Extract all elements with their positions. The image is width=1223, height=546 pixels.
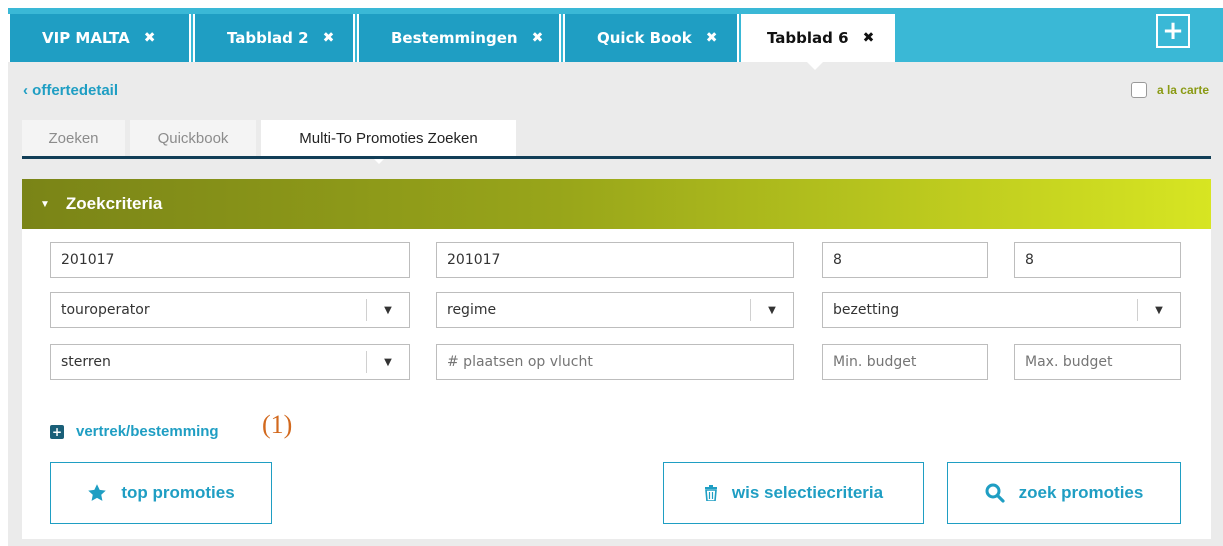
alacarte-label: a la carte: [1156, 83, 1209, 97]
chevron-down-icon: ▼: [750, 299, 793, 321]
subtab-divider: [22, 156, 1211, 159]
tab-vip-malta[interactable]: VIP MALTA ✖: [8, 14, 191, 62]
alacarte-option: a la carte: [1130, 82, 1209, 98]
vertrek-bestemming-toggle[interactable]: + vertrek/bestemming: [50, 423, 232, 440]
close-icon[interactable]: ✖: [863, 30, 875, 46]
trash-icon: [704, 485, 717, 501]
sterren-select[interactable]: sterren ▼: [50, 344, 410, 380]
number-input-b[interactable]: [1014, 242, 1181, 278]
tab-bestemmingen[interactable]: Bestemmingen ✖: [357, 14, 561, 62]
max-budget-input[interactable]: [1014, 344, 1181, 380]
tab-quickbook[interactable]: Quickbook: [130, 120, 256, 156]
button-label: top promoties: [121, 483, 235, 502]
tab-bar: VIP MALTA ✖ Tabblad 2 ✖ Bestemmingen ✖ Q…: [8, 8, 1223, 70]
close-icon[interactable]: ✖: [706, 30, 718, 46]
tab-label: Tabblad 2: [227, 29, 309, 47]
close-icon[interactable]: ✖: [532, 30, 544, 46]
chevron-down-icon: ▼: [1137, 299, 1180, 321]
app-frame: VIP MALTA ✖ Tabblad 2 ✖ Bestemmingen ✖ Q…: [8, 8, 1223, 546]
wis-selectiecriteria-button[interactable]: wis selectiecriteria: [663, 462, 924, 524]
button-label: zoek promoties: [1018, 483, 1144, 502]
select-value: sterren: [61, 354, 111, 370]
bezetting-select[interactable]: bezetting ▼: [822, 292, 1181, 328]
plus-icon: +: [1162, 16, 1184, 46]
date-from-input[interactable]: [50, 242, 410, 278]
back-link-offertedetail[interactable]: ‹ offertedetail: [23, 82, 118, 99]
touroperator-select[interactable]: touroperator ▼: [50, 292, 410, 328]
select-value: bezetting: [833, 302, 900, 318]
panel-title: Zoekcriteria: [65, 194, 163, 213]
close-icon[interactable]: ✖: [323, 30, 335, 46]
tab-label: VIP MALTA: [42, 29, 130, 47]
tab-label: Tabblad 6: [767, 29, 849, 47]
alacarte-checkbox[interactable]: [1130, 82, 1147, 98]
min-budget-input[interactable]: [822, 344, 988, 380]
annotation-marker: (1): [262, 410, 293, 439]
top-promoties-button[interactable]: top promoties: [50, 462, 272, 524]
tab-multi-to-promoties-zoeken[interactable]: Multi-To Promoties Zoeken: [261, 120, 516, 164]
tab-label: Bestemmingen: [391, 29, 518, 47]
date-to-input[interactable]: [436, 242, 794, 278]
new-tab-button[interactable]: +: [1156, 14, 1190, 48]
tab-tabblad-6[interactable]: Tabblad 6 ✖: [741, 14, 895, 70]
search-icon: [985, 483, 1005, 503]
tab-label: Quick Book: [597, 29, 692, 47]
seats-input[interactable]: [436, 344, 794, 380]
caret-down-icon: ▼: [40, 198, 50, 210]
star-icon: [88, 484, 107, 501]
panel-header[interactable]: ▼ Zoekcriteria: [22, 179, 1211, 229]
tab-zoeken[interactable]: Zoeken: [22, 120, 125, 156]
chevron-down-icon: ▼: [366, 299, 409, 321]
plus-icon: +: [50, 424, 64, 439]
expand-label: vertrek/bestemming: [76, 423, 219, 440]
tab-tabblad-2[interactable]: Tabblad 2 ✖: [193, 14, 355, 62]
zoek-promoties-button[interactable]: zoek promoties: [947, 462, 1181, 524]
tab-quick-book[interactable]: Quick Book ✖: [563, 14, 739, 62]
search-panel: ▼ Zoekcriteria touroperator ▼ regime ▼ b…: [22, 179, 1211, 539]
select-value: touroperator: [61, 302, 150, 318]
button-label: wis selectiecriteria: [731, 483, 884, 502]
select-value: regime: [447, 302, 497, 318]
regime-select[interactable]: regime ▼: [436, 292, 794, 328]
close-icon[interactable]: ✖: [144, 30, 156, 46]
chevron-down-icon: ▼: [366, 351, 409, 373]
number-input-a[interactable]: [822, 242, 988, 278]
